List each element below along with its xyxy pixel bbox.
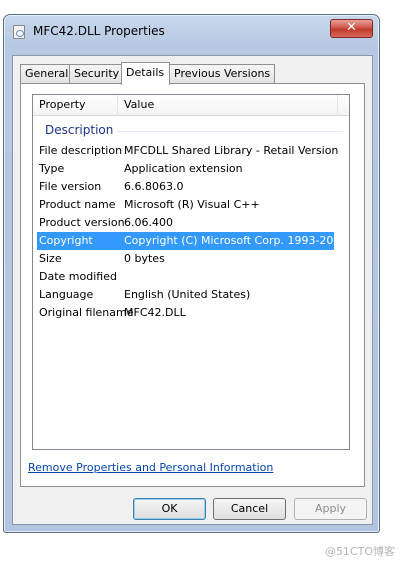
tab-previous-versions[interactable]: Previous Versions [169, 64, 276, 83]
list-row-copyright[interactable]: Copyright Copyright (C) Microsoft Corp. … [37, 232, 347, 250]
property-label: Language [39, 288, 94, 301]
property-value: Microsoft (R) Visual C++ [124, 198, 260, 211]
column-header-property[interactable]: Property [33, 95, 118, 116]
apply-button[interactable]: Apply [294, 498, 367, 520]
property-value: Application extension [124, 162, 243, 175]
group-divider [117, 131, 343, 132]
list-row-date-modified[interactable]: Date modified [37, 268, 334, 286]
property-label: File version [39, 180, 102, 193]
ok-button[interactable]: OK [133, 498, 206, 520]
property-label: Product name [39, 198, 116, 211]
property-label: Date modified [39, 270, 117, 283]
group-header-description[interactable]: Description [37, 123, 343, 139]
details-list[interactable]: Property Value Description File descript… [32, 94, 350, 450]
list-row-language[interactable]: Language English (United States) [37, 286, 334, 304]
property-value: 6.6.8063.0 [124, 180, 184, 193]
property-value: English (United States) [124, 288, 251, 301]
dialog-body: General Security Details Previous Versio… [12, 55, 373, 525]
list-row-size[interactable]: Size 0 bytes [37, 250, 334, 268]
property-value: Copyright (C) Microsoft Corp. 1993-2002 [124, 234, 348, 247]
watermark-text: @51CTO博客 [324, 545, 395, 558]
property-label: Copyright [39, 234, 93, 247]
cancel-button[interactable]: Cancel [213, 498, 286, 520]
tab-details[interactable]: Details [121, 62, 170, 85]
property-value: MFC42.DLL [124, 306, 186, 319]
list-row-product-name[interactable]: Product name Microsoft (R) Visual C++ [37, 196, 334, 214]
property-label: File description [39, 144, 123, 157]
property-value: MFCDLL Shared Library - Retail Version [124, 144, 339, 157]
list-row-file-version[interactable]: File version 6.6.8063.0 [37, 178, 334, 196]
close-icon: ✕ [346, 20, 357, 35]
property-label: Size [39, 252, 62, 265]
properties-dialog: MFC42.DLL Properties ✕ General Security … [3, 14, 380, 533]
window-title: MFC42.DLL Properties [33, 24, 165, 38]
property-label: Type [39, 162, 65, 175]
file-icon [13, 25, 25, 39]
tab-general[interactable]: General [20, 64, 74, 83]
list-row-type[interactable]: Type Application extension [37, 160, 334, 178]
details-panel: Property Value Description File descript… [20, 83, 365, 487]
property-value: 0 bytes [124, 252, 165, 265]
property-value: 6.06.400 [124, 216, 173, 229]
property-label: Product version [39, 216, 125, 229]
column-header-value[interactable]: Value [118, 95, 338, 116]
remove-properties-link[interactable]: Remove Properties and Personal Informati… [28, 461, 273, 474]
list-header: Property Value [33, 95, 349, 116]
list-row-file-description[interactable]: File description MFCDLL Shared Library -… [37, 142, 338, 160]
property-label: Original filename [39, 306, 134, 319]
title-bar[interactable]: MFC42.DLL Properties ✕ [4, 15, 379, 45]
list-row-original-filename[interactable]: Original filename MFC42.DLL [37, 304, 334, 322]
group-label: Description [45, 123, 118, 137]
tab-security[interactable]: Security [69, 64, 125, 83]
list-row-product-version[interactable]: Product version 6.06.400 [37, 214, 334, 232]
close-button[interactable]: ✕ [330, 19, 373, 38]
